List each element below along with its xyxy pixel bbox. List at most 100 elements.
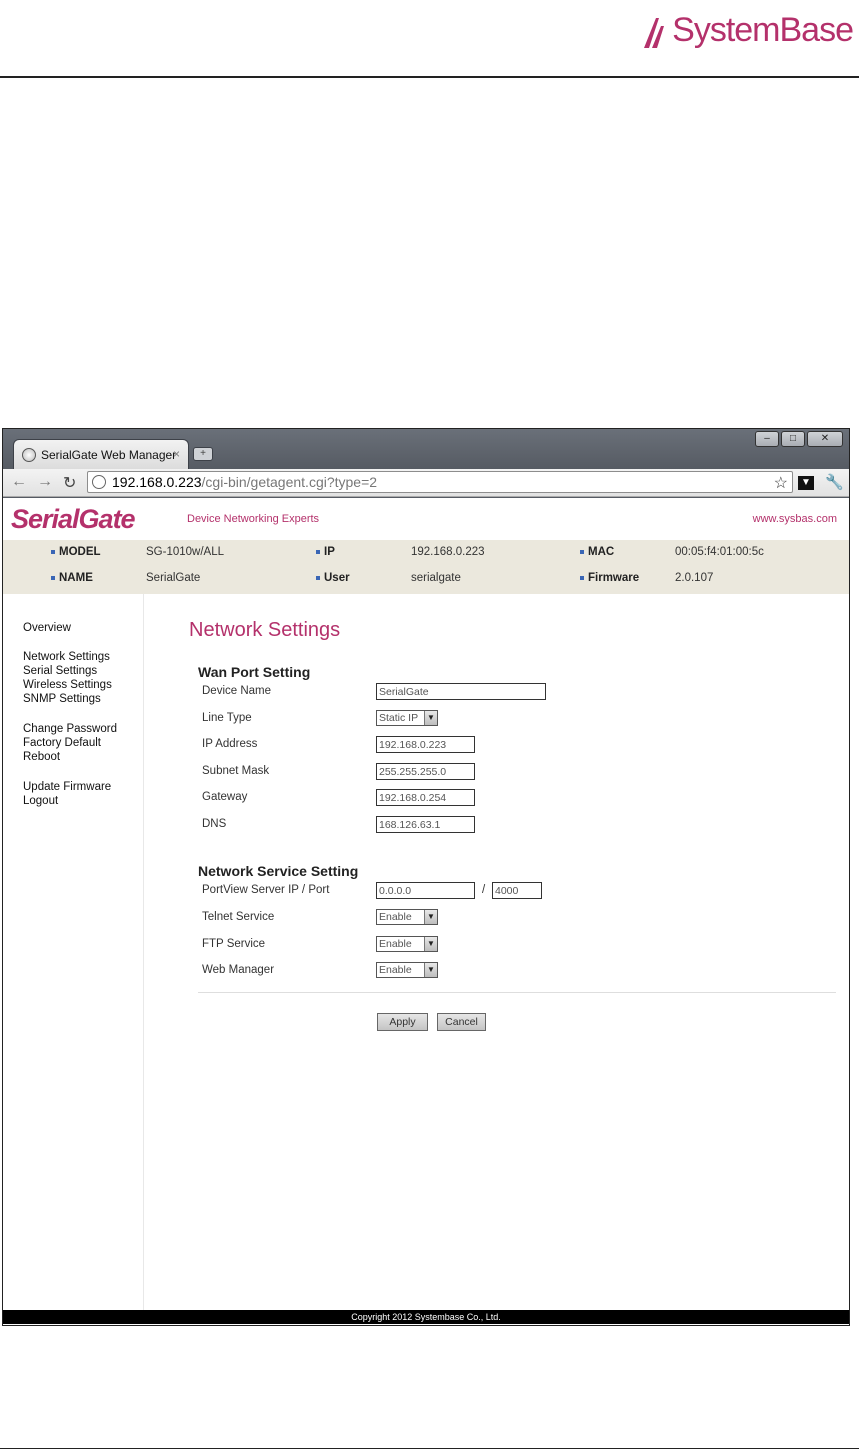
ip-value: 192.168.0.223 — [411, 546, 485, 558]
portview-separator: / — [482, 884, 486, 896]
line-type-select[interactable]: Static IP ▼ — [376, 710, 438, 726]
new-tab-icon[interactable]: + — [193, 447, 213, 461]
user-label: User — [324, 572, 350, 584]
chevron-down-icon[interactable]: ▼ — [424, 910, 437, 924]
bullet-icon — [580, 550, 584, 554]
name-label: NAME — [59, 572, 93, 584]
dns-field[interactable] — [376, 816, 475, 833]
browser-tab[interactable]: SerialGate Web Manager × — [13, 439, 189, 469]
bullet-icon — [316, 550, 320, 554]
footer-rule — [0, 1448, 859, 1449]
telnet-value: Enable — [379, 911, 412, 923]
firmware-label: Firmware — [588, 572, 640, 584]
bullet-icon — [316, 576, 320, 580]
model-value: SG-1010w/ALL — [146, 546, 224, 558]
subnet-mask-label: Subnet Mask — [202, 765, 270, 777]
sidebar-item-snmp-settings[interactable]: SNMP Settings — [23, 692, 101, 706]
line-type-label: Line Type — [202, 712, 252, 724]
user-value: serialgate — [411, 572, 461, 584]
device-name-field[interactable] — [376, 683, 546, 700]
ftp-select[interactable]: Enable ▼ — [376, 936, 438, 952]
web-manager-select[interactable]: Enable ▼ — [376, 962, 438, 978]
sidebar-item-serial-settings[interactable]: Serial Settings — [23, 664, 97, 678]
serialgate-logo: SerialGate — [11, 504, 136, 534]
divider — [198, 992, 836, 993]
sidebar-item-reboot[interactable]: Reboot — [23, 750, 60, 764]
ip-label: IP — [324, 546, 335, 558]
sidebar-item-overview[interactable]: Overview — [23, 621, 71, 635]
bullet-icon — [580, 576, 584, 580]
forward-icon[interactable]: → — [37, 473, 53, 491]
chevron-down-icon[interactable]: ▼ — [424, 963, 437, 977]
minimize-icon[interactable]: – — [755, 431, 779, 447]
bullet-icon — [51, 550, 55, 554]
address-bar[interactable]: 192.168.0.223/cgi-bin/getagent.cgi?type=… — [87, 471, 793, 493]
telnet-label: Telnet Service — [202, 911, 275, 923]
globe-icon — [92, 475, 106, 489]
web-manager-value: Enable — [379, 964, 412, 976]
sidebar-nav: Overview Network Settings Serial Setting… — [3, 594, 144, 1310]
back-icon[interactable]: ← — [11, 473, 27, 491]
browser-titlebar: SerialGate Web Manager × + – □ ✕ — [3, 429, 849, 469]
tab-close-icon[interactable]: × — [173, 447, 180, 461]
site-link[interactable]: www.sysbas.com — [753, 513, 837, 525]
web-content: SerialGate Device Networking Experts www… — [3, 498, 849, 1325]
portview-label: PortView Server IP / Port — [202, 884, 330, 896]
tagline: Device Networking Experts — [187, 513, 320, 525]
line-type-value: Static IP — [379, 712, 419, 724]
document-page: SystemBase SerialGate Web Manager × + – … — [0, 0, 859, 1453]
web-manager-label: Web Manager — [202, 964, 275, 976]
cancel-button[interactable]: Cancel — [437, 1013, 486, 1031]
network-service-heading: Network Service Setting — [198, 863, 359, 879]
extension-icon[interactable]: ▼ — [798, 476, 814, 490]
chevron-down-icon[interactable]: ▼ — [424, 711, 437, 725]
subnet-mask-field[interactable] — [376, 763, 475, 780]
maximize-icon[interactable]: □ — [781, 431, 805, 447]
systembase-logo-text: SystemBase — [672, 11, 854, 49]
firmware-value: 2.0.107 — [675, 572, 714, 584]
chevron-down-icon[interactable]: ▼ — [424, 937, 437, 951]
sidebar-item-update-firmware[interactable]: Update Firmware — [23, 780, 111, 794]
site-header: SerialGate Device Networking Experts www… — [3, 498, 849, 540]
name-value: SerialGate — [146, 572, 201, 584]
page-favicon-icon — [22, 447, 36, 462]
gateway-label: Gateway — [202, 791, 248, 803]
bookmark-star-icon[interactable]: ☆ — [774, 473, 788, 493]
wrench-icon[interactable]: 🔧 — [825, 473, 844, 491]
portview-ip-field[interactable] — [376, 882, 475, 899]
browser-window: SerialGate Web Manager × + – □ ✕ ← → ↻ 1… — [2, 428, 850, 1326]
ftp-value: Enable — [379, 938, 412, 950]
sidebar-item-network-settings[interactable]: Network Settings — [23, 650, 110, 664]
device-info-bar: MODEL SG-1010w/ALL IP 192.168.0.223 MAC … — [3, 540, 849, 594]
bullet-icon — [51, 576, 55, 580]
reload-icon[interactable]: ↻ — [63, 473, 76, 493]
systembase-logo: SystemBase — [642, 10, 854, 50]
device-name-label: Device Name — [202, 685, 272, 697]
dns-label: DNS — [202, 818, 227, 830]
model-label: MODEL — [59, 546, 101, 558]
mac-value: 00:05:f4:01:00:5c — [675, 546, 764, 558]
sidebar-item-factory-default[interactable]: Factory Default — [23, 736, 101, 750]
gateway-field[interactable] — [376, 789, 475, 806]
url-path: /cgi-bin/getagent.cgi?type=2 — [201, 474, 378, 490]
window-controls: – □ ✕ — [753, 431, 843, 447]
systembase-logo-mark-icon — [642, 14, 670, 50]
sidebar-item-logout[interactable]: Logout — [23, 794, 58, 808]
header-rule — [0, 76, 859, 78]
apply-button[interactable]: Apply — [377, 1013, 428, 1031]
sidebar-item-change-password[interactable]: Change Password — [23, 722, 117, 736]
url-host: 192.168.0.223 — [112, 474, 202, 490]
portview-port-field[interactable] — [492, 882, 542, 899]
footer-copyright: Copyright 2012 Systembase Co., Ltd. — [3, 1310, 849, 1324]
ip-address-field[interactable] — [376, 736, 475, 753]
window-close-icon[interactable]: ✕ — [807, 431, 843, 447]
browser-toolbar: ← → ↻ 192.168.0.223/cgi-bin/getagent.cgi… — [3, 469, 849, 497]
tab-title: SerialGate Web Manager — [41, 447, 177, 462]
telnet-select[interactable]: Enable ▼ — [376, 909, 438, 925]
mac-label: MAC — [588, 546, 615, 558]
ftp-label: FTP Service — [202, 938, 266, 950]
main-panel: Network Settings Wan Port Setting Device… — [144, 594, 849, 1310]
sidebar-item-wireless-settings[interactable]: Wireless Settings — [23, 678, 112, 692]
ip-address-label: IP Address — [202, 738, 258, 750]
wan-port-heading: Wan Port Setting — [198, 664, 311, 680]
